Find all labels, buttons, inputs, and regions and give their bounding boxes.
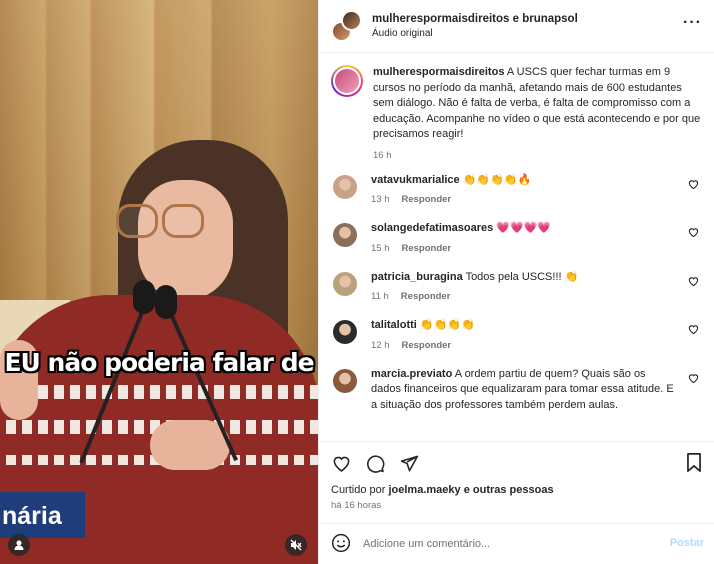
action-bar [319,441,714,484]
comment-item: solangedefatimasoares 💗💗💗💗 15 h Responder [331,221,702,254]
speaker-glasses [116,204,211,240]
comment-text: 👏👏👏👏 [419,319,475,331]
comment-item: talitalotti 👏👏👏👏 12 h Responder [331,318,702,351]
reply-link[interactable]: Responder [402,243,452,254]
comment-text: 💗💗💗💗 [496,222,552,234]
microphone [155,285,177,319]
avatar-stack[interactable] [331,10,363,42]
avatar[interactable] [331,65,363,97]
share-icon[interactable] [399,453,419,473]
comment-username[interactable]: talitalotti [371,319,417,331]
comment-like-icon[interactable] [688,227,700,239]
reply-link[interactable]: Responder [402,194,452,205]
caption-time: 16 h [373,149,392,161]
likes-summary: Curtido por joelma.maeky e outras pessoa… [331,484,554,496]
avatar[interactable] [333,174,357,199]
comments-feed[interactable]: mulherespormaisdireitos A USCS quer fech… [319,53,714,441]
emoji-icon[interactable] [331,533,353,555]
more-options-icon[interactable]: ··· [683,14,702,32]
comment-text: 👏👏👏👏🔥 [462,173,532,186]
comment-time: 11 h [371,291,389,302]
comment-meta: 11 h Responder [371,291,678,302]
comment-item: marcia.previato A ordem partiu de quem? … [331,367,702,414]
post-authors[interactable]: mulherespormaisdireitos e brunapsol [372,13,578,25]
comment-username[interactable]: patricia_buragina [371,271,463,283]
user-tag-icon[interactable] [8,534,30,556]
comment-meta: 12 h Responder [371,340,678,351]
liked-by-user[interactable]: joelma.maeky [388,484,460,496]
post-date: há 16 horas [331,500,382,511]
post-caption: mulherespormaisdireitos A USCS quer fech… [331,65,702,161]
comment-meta: 13 h Responder [371,194,678,205]
comment-like-icon[interactable] [688,373,700,385]
comment-icon[interactable] [365,453,385,473]
avatar[interactable] [341,10,362,31]
comment-username[interactable]: marcia.previato [371,368,452,380]
audio-link[interactable]: Áudio original [372,28,578,39]
mute-icon[interactable] [285,534,307,556]
avatar[interactable] [333,320,357,344]
caption-username[interactable]: mulherespormaisdireitos [373,66,504,78]
comment-time: 15 h [371,242,390,254]
post-header: mulherespormaisdireitos e brunapsol Áudi… [319,0,714,53]
comment-like-icon[interactable] [688,276,700,288]
like-icon[interactable] [331,453,351,473]
comment-username[interactable]: vatavukmarialice [371,174,460,186]
save-icon[interactable] [686,453,702,475]
comment-like-icon[interactable] [688,324,700,336]
comment-time: 13 h [371,194,390,205]
comment-time: 12 h [371,339,390,351]
comment-item: patricia_buragina Todos pela USCS!!! 👏 1… [331,270,702,302]
add-comment-bar: Adicione um comentário... Postar [319,523,714,564]
avatar[interactable] [333,223,357,247]
comment-like-icon[interactable] [688,179,700,191]
reply-link[interactable]: Responder [402,340,452,351]
video-caption: EU não poderia falar de [4,348,314,377]
speaker-face [138,180,233,300]
video-lower-third: nária [0,492,85,538]
comment-username[interactable]: solangedefatimasoares [371,222,493,234]
microphone [133,280,155,314]
comment-item: vatavukmarialice 👏👏👏👏🔥 13 h Responder [331,173,702,205]
comment-text: Todos pela USCS!!! 👏 [465,270,579,283]
avatar[interactable] [333,271,357,296]
post-button[interactable]: Postar [670,537,704,549]
reply-link[interactable]: Responder [401,291,451,302]
video-player[interactable]: EU não poderia falar de nária [0,0,318,564]
avatar[interactable] [333,368,357,393]
speaker-hand [150,420,230,470]
post-panel: mulherespormaisdireitos e brunapsol Áudi… [318,0,714,564]
comment-input[interactable]: Adicione um comentário... [363,538,490,550]
comment-meta: 15 h Responder [371,243,678,254]
